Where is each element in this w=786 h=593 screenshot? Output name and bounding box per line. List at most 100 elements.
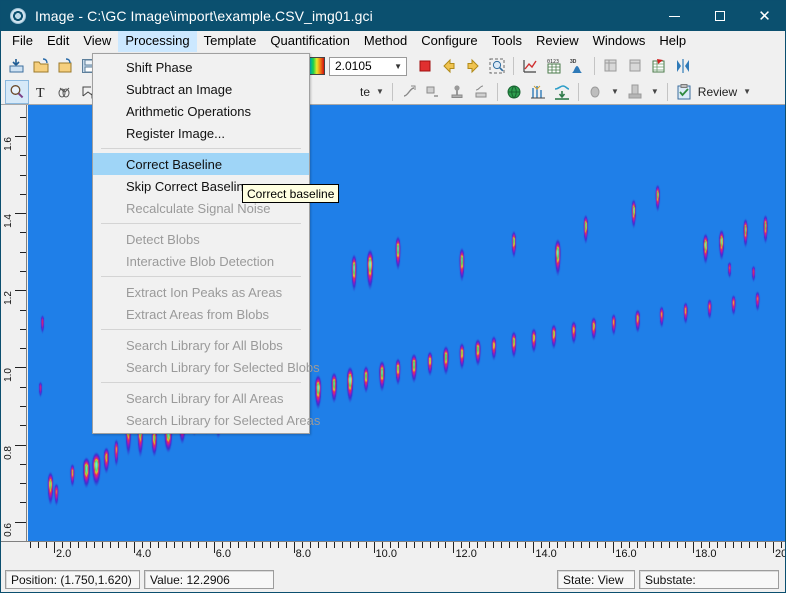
x-axis-label: 12.0 (455, 549, 476, 560)
zoom-level-value: 2.0105 (335, 59, 394, 73)
close-button[interactable]: ✕ (742, 1, 786, 31)
menu-configure[interactable]: Configure (414, 31, 484, 52)
menu-separator (101, 382, 301, 383)
baseline-icon[interactable] (550, 80, 574, 104)
x-axis-tick (110, 542, 111, 548)
chevron-down-icon[interactable]: ▼ (739, 87, 755, 96)
menu-quantification[interactable]: Quantification (263, 31, 357, 52)
menu-item-shift-phase[interactable]: Shift Phase (93, 56, 309, 78)
x-axis-tick (398, 542, 399, 548)
menu-item-arithmetic-operations[interactable]: Arithmetic Operations (93, 100, 309, 122)
menu-bar: File Edit View Processing Template Quant… (1, 31, 786, 53)
y-axis-tick (20, 387, 26, 388)
chart-icon[interactable] (518, 54, 542, 78)
selection-tool-icon[interactable] (5, 80, 29, 104)
x-axis-tick (509, 542, 510, 548)
data-table-icon[interactable]: 0123 (542, 54, 566, 78)
text-tool-icon[interactable]: T (29, 80, 53, 104)
maximize-button[interactable] (697, 1, 742, 31)
x-axis-tick (557, 542, 558, 548)
x-axis-tick (78, 542, 79, 548)
pin-peak-icon[interactable] (445, 80, 469, 104)
3d-view-icon[interactable]: 3D (566, 54, 590, 78)
x-axis-tick (693, 542, 694, 553)
x-axis-ruler[interactable]: 2.04.06.08.010.012.014.016.018.020.0 (1, 541, 786, 563)
menu-file[interactable]: File (5, 31, 40, 52)
x-axis-tick (350, 542, 351, 548)
x-axis-label: 2.0 (56, 549, 71, 560)
zoom-region-icon[interactable] (485, 54, 509, 78)
move-peak-icon[interactable] (421, 80, 445, 104)
menu-edit[interactable]: Edit (40, 31, 76, 52)
x-axis-tick (46, 542, 47, 548)
review-button-label[interactable]: Review (696, 85, 739, 99)
back-arrow-icon[interactable] (437, 54, 461, 78)
stamp-icon[interactable] (623, 80, 647, 104)
zoom-level-combo[interactable]: 2.0105 ▼ (329, 57, 407, 76)
status-substate: Substate: (639, 570, 779, 589)
menu-view[interactable]: View (76, 31, 118, 52)
blob-round-icon[interactable] (583, 80, 607, 104)
stop-icon[interactable] (413, 54, 437, 78)
y-axis-tick (20, 175, 26, 176)
edit-table-icon[interactable] (647, 54, 671, 78)
menu-item-register-image[interactable]: Register Image... (93, 122, 309, 144)
x-axis-tick (685, 542, 686, 548)
x-axis-tick (190, 542, 191, 548)
minimize-button[interactable] (652, 1, 697, 31)
x-axis-label: 14.0 (535, 549, 556, 560)
x-axis-tick (430, 542, 431, 548)
compare-icon[interactable] (671, 54, 695, 78)
menu-item-subtract-an-image[interactable]: Subtract an Image (93, 78, 309, 100)
y-axis-tick (20, 117, 26, 118)
x-axis-tick (525, 542, 526, 548)
x-axis-tick (773, 542, 774, 553)
y-axis-tick (20, 406, 26, 407)
x-axis-tick (445, 542, 446, 548)
chevron-down-icon[interactable]: ▼ (372, 87, 388, 96)
import-image-icon[interactable] (5, 54, 29, 78)
match-peak-icon[interactable] (469, 80, 493, 104)
status-bar: Position: (1.750,1.620) Value: 12.2906 S… (1, 566, 786, 593)
menu-method[interactable]: Method (357, 31, 414, 52)
x-axis-tick (318, 542, 319, 548)
x-axis-tick (637, 542, 638, 548)
x-axis-tick (757, 542, 758, 548)
y-axis-tick (20, 232, 26, 233)
open-folder-icon[interactable] (29, 54, 53, 78)
menu-item-correct-baseline[interactable]: Correct Baseline (93, 153, 309, 175)
menu-windows[interactable]: Windows (586, 31, 653, 52)
x-axis-label: 4.0 (136, 549, 151, 560)
forward-arrow-icon[interactable] (461, 54, 485, 78)
paste-table-icon[interactable] (623, 54, 647, 78)
y-axis-label: 1.0 (4, 368, 14, 382)
copy-table-icon[interactable] (599, 54, 623, 78)
x-axis-tick (54, 542, 55, 553)
review-checklist-icon[interactable] (672, 80, 696, 104)
y-axis-tick (20, 310, 26, 311)
blob-tool-icon[interactable] (53, 80, 77, 104)
y-axis-tick (15, 445, 26, 446)
x-axis-tick (661, 542, 662, 548)
add-peak-icon[interactable] (397, 80, 421, 104)
chevron-down-icon[interactable]: ▼ (607, 87, 623, 96)
x-axis-tick (214, 542, 215, 553)
chevron-down-icon[interactable]: ▼ (647, 87, 663, 96)
x-axis-tick (749, 542, 750, 548)
menu-processing[interactable]: Processing (118, 31, 196, 52)
open-image-icon[interactable] (53, 54, 77, 78)
x-axis-tick (134, 542, 135, 553)
globe-icon[interactable] (502, 80, 526, 104)
processing-dropdown-menu[interactable]: Shift PhaseSubtract an ImageArithmetic O… (92, 53, 310, 434)
spectrum-icon[interactable] (526, 80, 550, 104)
menu-help[interactable]: Help (652, 31, 693, 52)
y-axis-tick (15, 213, 26, 214)
menu-tools[interactable]: Tools (485, 31, 529, 52)
x-axis-tick (358, 542, 359, 548)
title-bar: Image - C:\GC Image\import\example.CSV_i… (1, 1, 786, 31)
menu-template[interactable]: Template (197, 31, 264, 52)
status-state: State: View (557, 570, 635, 589)
template-combo-label[interactable]: te (358, 85, 372, 99)
menu-review[interactable]: Review (529, 31, 586, 52)
y-axis-ruler[interactable]: 1.61.41.21.00.80.6 (1, 105, 27, 541)
